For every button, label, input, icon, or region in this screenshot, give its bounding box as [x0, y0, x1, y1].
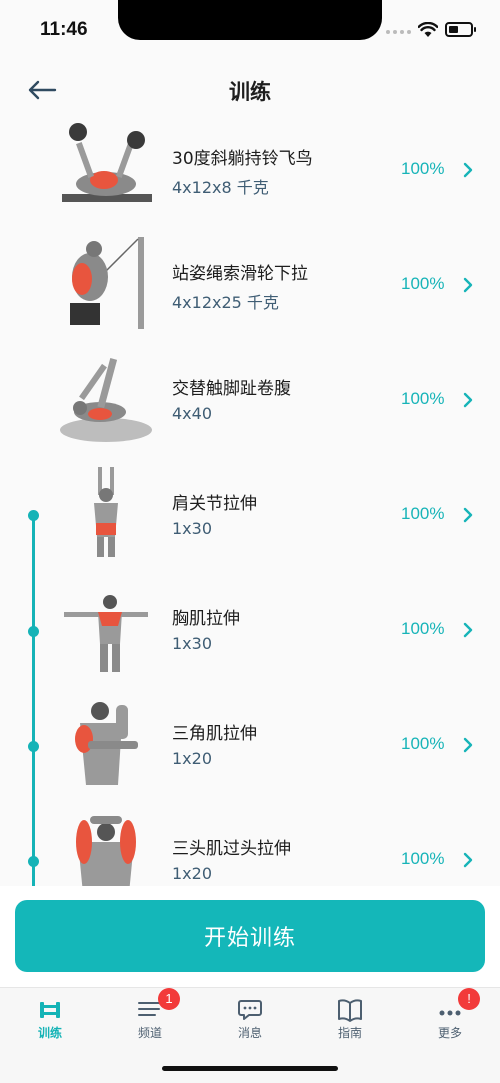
page-title: 训练 [229, 80, 271, 104]
exercise-illustration [70, 237, 144, 329]
exercise-detail: 4x12x8 千克 [172, 178, 269, 197]
exercise-row[interactable]: 肩关节拉伸 1x30 100% [0, 461, 500, 576]
exercise-illustration [60, 358, 152, 442]
completion-percent: 100% [401, 389, 445, 408]
device-notch [118, 0, 382, 40]
chat-bubble-icon [238, 1000, 262, 1020]
completion-percent: 100% [401, 734, 445, 753]
status-bar: 11:46 [0, 0, 500, 64]
exercise-name: 30度斜躺持铃飞鸟 [172, 149, 313, 169]
battery-icon [445, 22, 476, 37]
completion-percent: 100% [401, 504, 445, 523]
chevron-right-icon [463, 277, 473, 293]
exercise-name: 三角肌拉伸 [172, 724, 257, 744]
tab-guide[interactable]: 指南 [300, 994, 400, 1044]
exercise-name: 三头肌过头拉伸 [172, 839, 291, 859]
exercise-detail: 1x20 [172, 749, 213, 768]
chevron-right-icon [463, 622, 473, 638]
exercise-illustration [62, 123, 152, 202]
exercise-detail: 1x20 [172, 864, 213, 883]
exercise-name: 站姿绳索滑轮下拉 [172, 264, 308, 284]
chevron-right-icon [463, 507, 473, 523]
exercise-name: 交替触脚趾卷腹 [172, 379, 291, 399]
notification-badge: ! [458, 988, 480, 1010]
home-indicator [162, 1066, 338, 1071]
exercise-row[interactable]: 胸肌拉伸 1x30 100% [0, 576, 500, 691]
completion-percent: 100% [401, 159, 445, 178]
chevron-right-icon [463, 737, 473, 753]
exercise-row[interactable]: 三头肌过头拉伸 1x20 100% [0, 806, 500, 886]
wifi-icon [418, 22, 438, 37]
completion-percent: 100% [401, 274, 445, 293]
exercise-row[interactable]: 30度斜躺持铃飞鸟 4x12x8 千克 100% [0, 116, 500, 231]
nav-bar: 训练 [0, 64, 500, 116]
tab-label: 频道 [137, 1026, 162, 1040]
tab-label: 指南 [337, 1026, 362, 1040]
exercise-illustration [64, 595, 148, 672]
tab-label: 消息 [237, 1026, 262, 1040]
tab-label: 训练 [37, 1026, 62, 1040]
exercise-row[interactable]: 三角肌拉伸 1x20 100% [0, 691, 500, 806]
exercise-list[interactable]: 30度斜躺持铃飞鸟 4x12x8 千克 100% 站姿绳索滑轮下拉 4x12x2… [0, 116, 500, 886]
cellular-signal-icon [386, 30, 411, 34]
completion-percent: 100% [401, 619, 445, 638]
exercise-illustration [94, 467, 118, 557]
exercise-name: 胸肌拉伸 [172, 609, 240, 629]
completion-percent: 100% [401, 849, 445, 868]
dumbbell-icon [40, 1002, 60, 1018]
exercise-detail: 4x40 [172, 404, 213, 423]
tab-channel[interactable]: 1 频道 [100, 988, 200, 1044]
chevron-right-icon [463, 162, 473, 178]
notification-badge: 1 [158, 988, 180, 1010]
exercise-detail: 1x30 [172, 519, 213, 538]
tab-label: 更多 [437, 1026, 462, 1040]
tab-training[interactable]: 训练 [0, 994, 100, 1044]
chevron-right-icon [463, 392, 473, 408]
exercise-detail: 1x30 [172, 634, 213, 653]
tab-messages[interactable]: 消息 [200, 994, 300, 1044]
exercise-illustration [75, 702, 138, 785]
exercise-illustration [76, 816, 136, 886]
tab-more[interactable]: ! 更多 [400, 988, 500, 1044]
exercise-detail: 4x12x25 千克 [172, 293, 279, 312]
chevron-right-icon [463, 852, 473, 868]
book-icon [338, 999, 362, 1022]
status-time: 11:46 [40, 19, 88, 40]
exercise-row[interactable]: 站姿绳索滑轮下拉 4x12x25 千克 100% [0, 231, 500, 346]
exercise-row[interactable]: 交替触脚趾卷腹 4x40 100% [0, 346, 500, 461]
start-training-button[interactable]: 开始训练 [15, 900, 485, 972]
exercise-name: 肩关节拉伸 [172, 494, 257, 514]
